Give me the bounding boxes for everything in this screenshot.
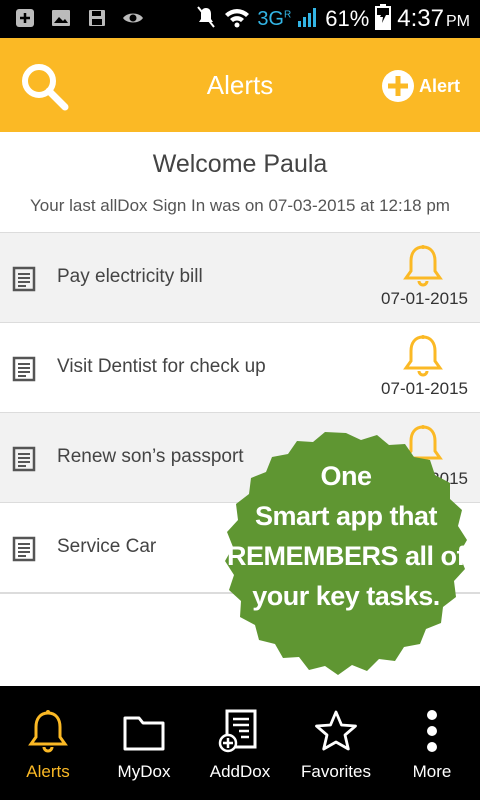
mute-icon: [195, 5, 217, 34]
nav-label: MyDox: [117, 762, 171, 781]
bottom-nav: Alerts MyDox AddDox Favorites More: [0, 686, 480, 800]
alert-label: Visit Dentist for check up: [57, 356, 266, 377]
network-type: 3GR: [257, 8, 291, 31]
alert-row[interactable]: Pay electricity bill 07-01-2015: [0, 232, 480, 322]
status-bar: 3GR 61% 4:37 PM: [0, 0, 480, 38]
nav-item-mydox[interactable]: MyDox: [96, 686, 192, 800]
eye-notification-icon: [122, 7, 144, 29]
roaming-indicator: R: [284, 8, 292, 20]
alert-label: Renew son’s passport: [57, 446, 244, 467]
folder-icon: [123, 716, 165, 751]
promo-line: REMEMBERS all of: [226, 541, 466, 571]
network-label: 3G: [257, 7, 284, 30]
bell-icon: [400, 333, 446, 379]
document-icon: [12, 446, 36, 472]
alert-label: Pay electricity bill: [57, 266, 203, 287]
clock-ampm: PM: [446, 13, 470, 30]
star-icon: [315, 710, 357, 751]
nav-item-adddox[interactable]: AddDox: [192, 686, 288, 800]
alert-date: 07-01-2015: [381, 379, 468, 398]
notification-icons: [14, 7, 144, 29]
save-notification-icon: [86, 7, 108, 29]
promo-badge: One Smart app that REMEMBERS all of your…: [221, 430, 471, 680]
battery-percent: 61%: [325, 6, 370, 31]
nav-label: More: [412, 762, 452, 781]
document-icon: [12, 266, 36, 292]
clock-time: 4:37: [397, 5, 444, 32]
promo-text: One Smart app that REMEMBERS all of your…: [221, 456, 471, 616]
alert-label: Service Car: [57, 536, 157, 557]
battery-icon: [375, 3, 392, 35]
more-vertical-icon: [427, 710, 437, 752]
system-indicators: 3GR 61% 4:37 PM: [195, 3, 470, 35]
wifi-icon: [223, 6, 251, 33]
promo-line: your key tasks.: [252, 581, 440, 611]
app-bar: Alerts Alert: [0, 38, 480, 132]
bell-icon: [400, 243, 446, 289]
welcome-title: Welcome Paula: [152, 150, 328, 178]
document-icon: [12, 356, 36, 382]
add-notification-icon: [14, 7, 36, 29]
signal-icon: [297, 6, 319, 33]
image-notification-icon: [50, 7, 72, 29]
nav-label: Favorites: [301, 762, 371, 781]
promo-line: Smart app that: [254, 501, 438, 531]
promo-line: One: [320, 461, 372, 491]
nav-item-more[interactable]: More: [384, 686, 480, 800]
welcome-section: Welcome Paula Your last allDox Sign In w…: [0, 132, 480, 232]
nav-item-favorites[interactable]: Favorites: [288, 686, 384, 800]
add-alert-button[interactable]: Alert: [381, 68, 460, 104]
alert-date: 07-01-2015: [381, 289, 468, 308]
add-document-icon: [218, 709, 257, 753]
last-sign-in-text: Your last allDox Sign In was on 07-03-20…: [30, 196, 450, 215]
add-alert-label: Alert: [418, 75, 460, 96]
alert-row[interactable]: Visit Dentist for check up 07-01-2015: [0, 322, 480, 412]
document-icon: [12, 536, 36, 562]
nav-label: AddDox: [209, 762, 271, 781]
nav-item-alerts[interactable]: Alerts: [0, 686, 96, 800]
bell-icon: [28, 710, 68, 753]
clock: 4:37 PM: [397, 5, 470, 33]
plus-circle-icon: [381, 70, 414, 102]
nav-label: Alerts: [26, 762, 70, 781]
